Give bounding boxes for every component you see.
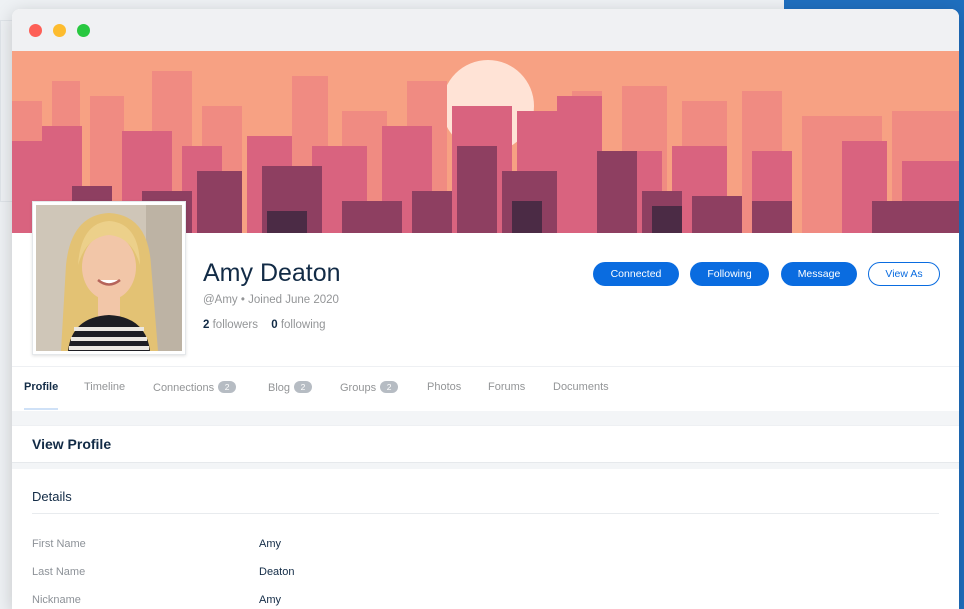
details-card: Details First Name Amy Last Name Deaton … [12, 469, 959, 609]
tab-groups[interactable]: Groups 2 [340, 381, 399, 394]
section-title: View Profile [32, 436, 112, 452]
field-value: Amy [259, 538, 281, 550]
view-as-button[interactable]: View As [868, 262, 940, 286]
following-stat[interactable]: 0 following [271, 319, 325, 331]
close-window-button[interactable] [29, 24, 42, 37]
maximize-window-button[interactable] [77, 24, 90, 37]
details-title: Details [32, 489, 72, 504]
tab-label: Timeline [84, 381, 126, 393]
following-count: 0 [271, 319, 278, 331]
tab-label: Photos [427, 381, 462, 393]
tab-timeline[interactable]: Timeline [84, 381, 125, 393]
field-value: Deaton [259, 566, 295, 578]
section-header: View Profile [12, 425, 959, 463]
tab-forums[interactable]: Forums [488, 381, 525, 393]
field-label: First Name [32, 538, 86, 550]
following-label: following [280, 319, 326, 331]
tab-count-badge: 2 [218, 381, 237, 393]
followers-count: 2 [203, 319, 210, 331]
tab-label: Documents [553, 381, 609, 393]
browser-window: Amy Deaton @Amy • Joined June 2020 2 fol… [12, 9, 959, 609]
tab-label: Forums [488, 381, 526, 393]
minimize-window-button[interactable] [53, 24, 66, 37]
profile-photo [36, 205, 182, 351]
profile-name: Amy Deaton [203, 259, 341, 287]
window-titlebar [12, 9, 959, 51]
profile-handle: @Amy [203, 294, 238, 306]
tab-label: Connections [153, 382, 215, 394]
tab-blog[interactable]: Blog 2 [268, 381, 313, 394]
message-button[interactable]: Message [781, 262, 857, 286]
profile-stats: 2 followers 0 following [203, 319, 326, 331]
tab-photos[interactable]: Photos [427, 381, 461, 393]
tab-label: Profile [24, 381, 59, 393]
followers-label: followers [212, 319, 258, 331]
field-label: Nickname [32, 594, 81, 606]
field-label: Last Name [32, 566, 86, 578]
tab-label: Blog [268, 382, 291, 394]
tabs-divider [12, 366, 959, 367]
followers-stat[interactable]: 2 followers [203, 319, 258, 331]
tab-connections[interactable]: Connections 2 [153, 381, 237, 394]
profile-meta: @Amy • Joined June 2020 [203, 294, 339, 306]
connected-button[interactable]: Connected [593, 262, 679, 286]
following-button[interactable]: Following [690, 262, 769, 286]
tab-count-badge: 2 [380, 381, 399, 393]
tab-profile[interactable]: Profile [24, 381, 59, 410]
tab-documents[interactable]: Documents [553, 381, 609, 393]
details-divider [32, 513, 939, 514]
tab-label: Groups [340, 382, 377, 394]
field-value: Amy [259, 594, 281, 606]
profile-joined: Joined June 2020 [248, 294, 339, 306]
avatar[interactable] [32, 201, 186, 355]
tab-count-badge: 2 [294, 381, 313, 393]
